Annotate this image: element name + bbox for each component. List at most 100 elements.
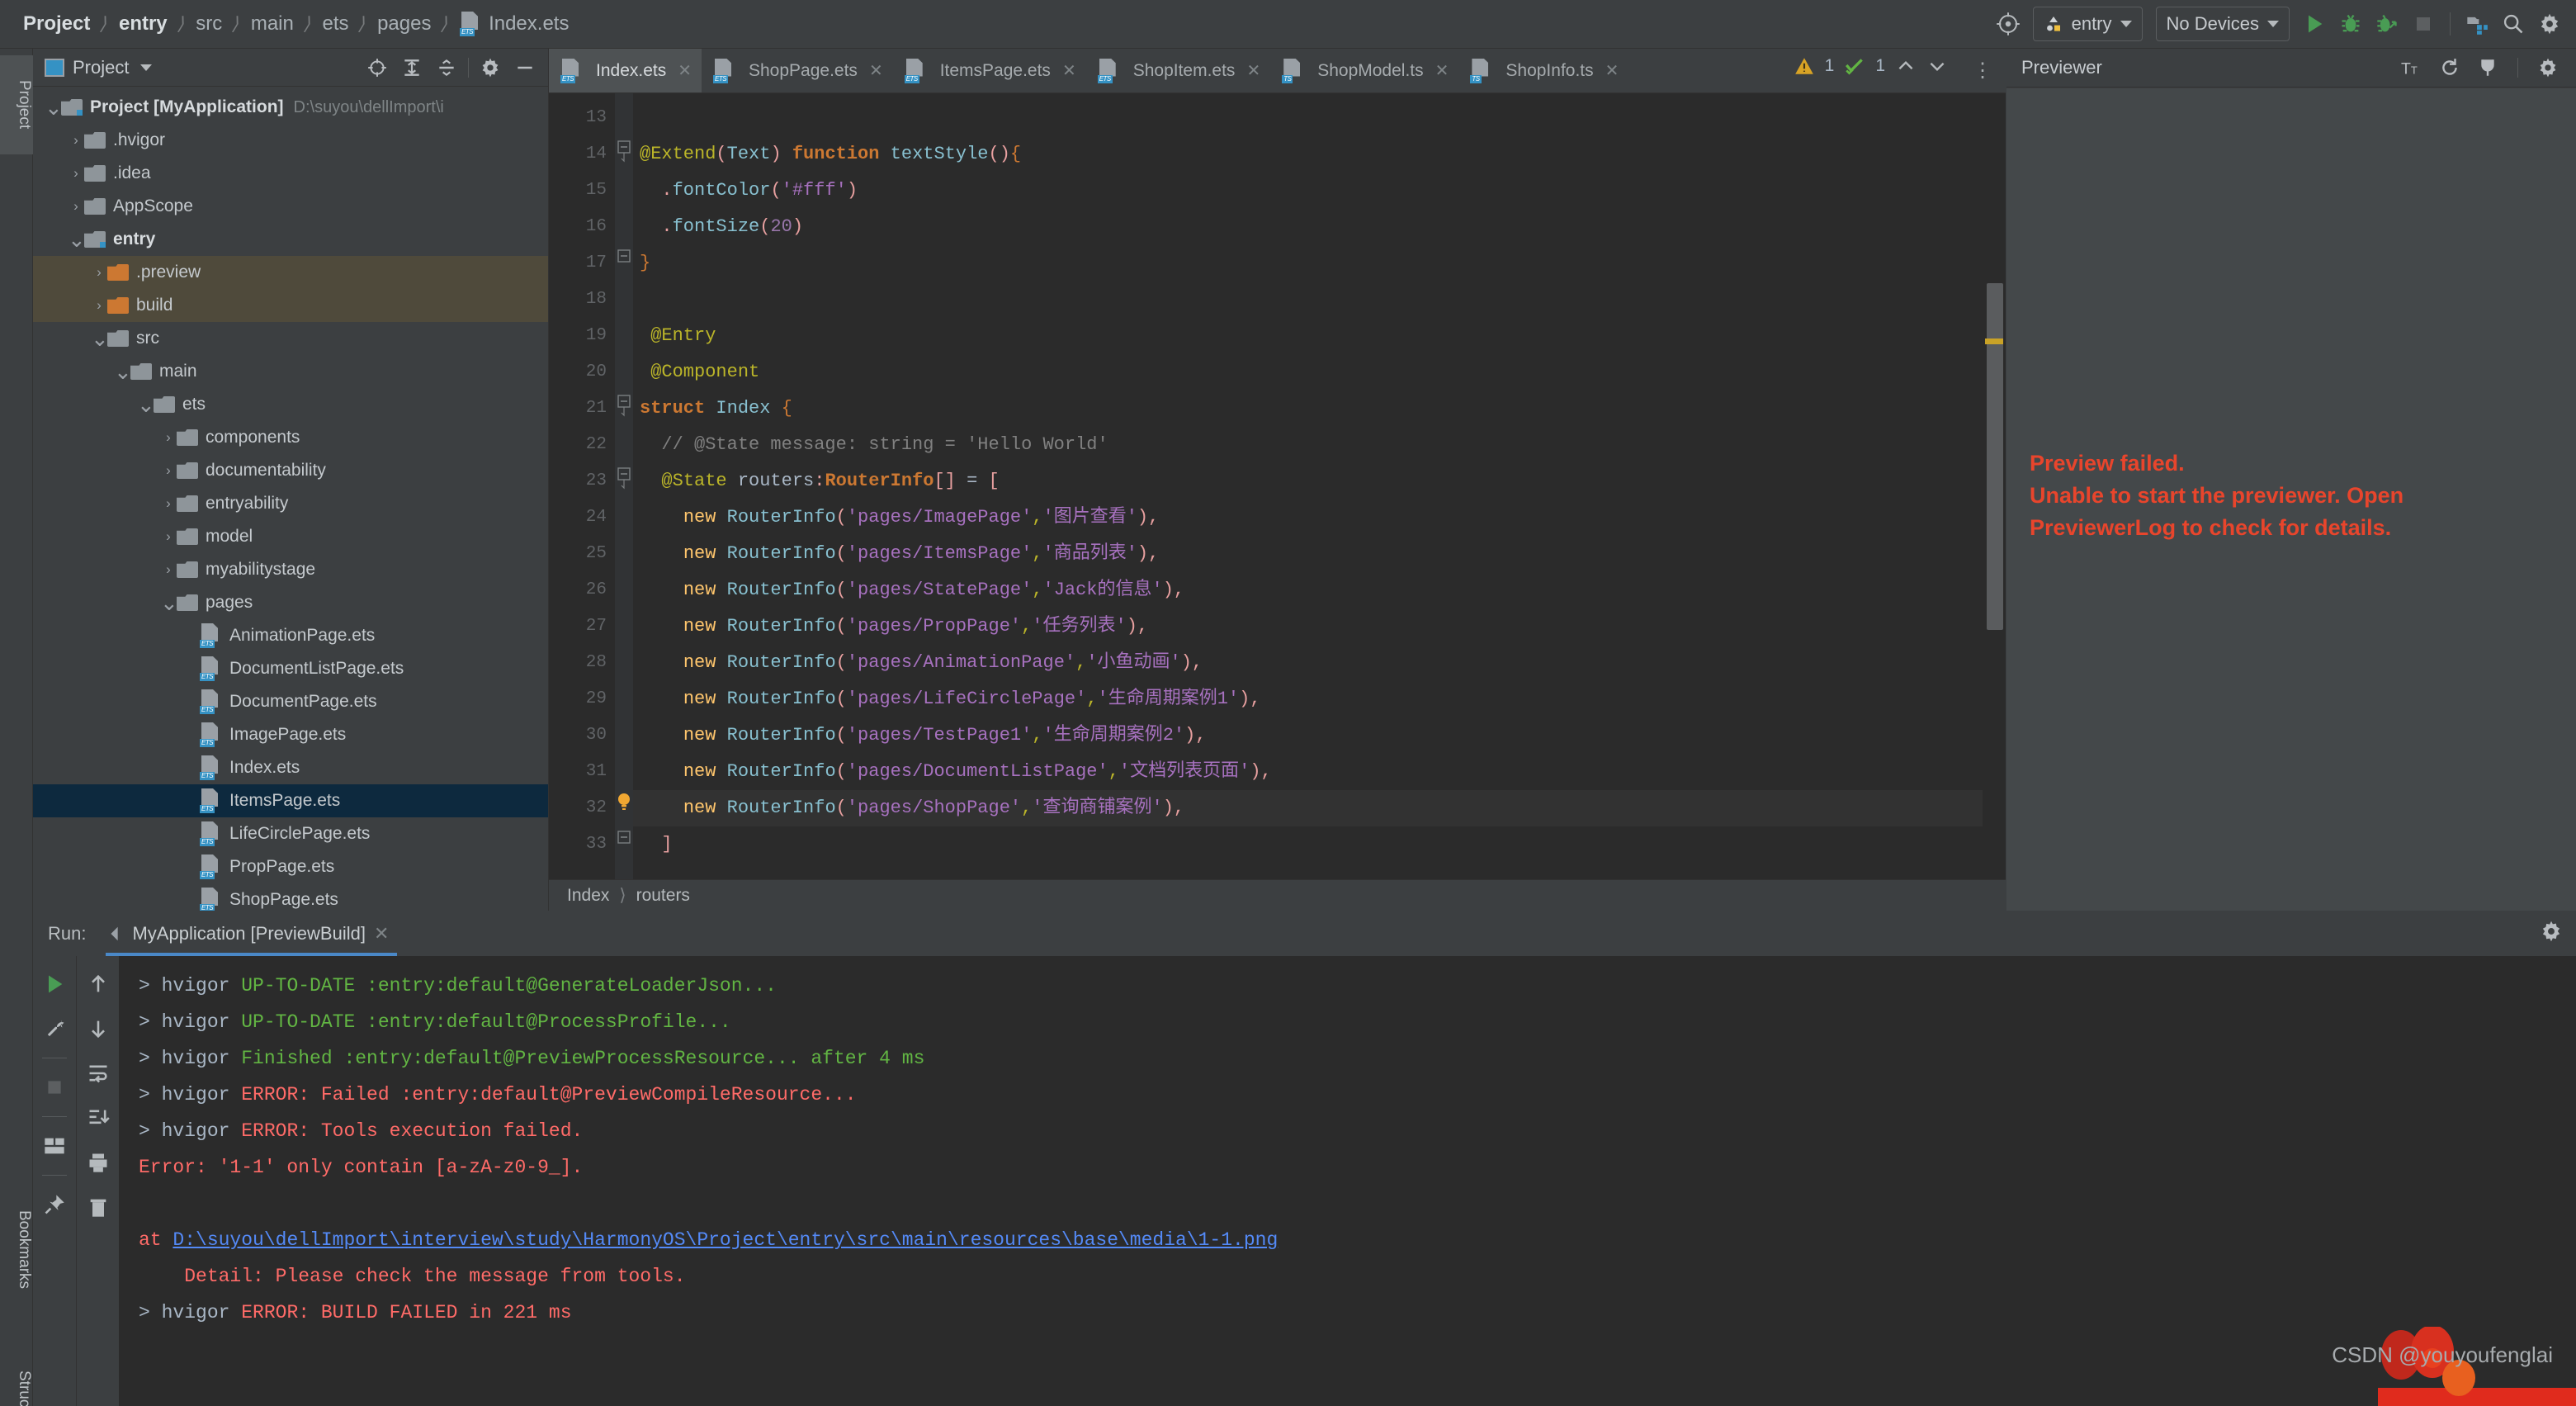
editor-scrollbar[interactable] (1983, 93, 2006, 879)
line-number[interactable]: 26 (549, 572, 615, 608)
chevron-right-icon[interactable]: › (68, 132, 84, 149)
line-number[interactable]: 13 (549, 100, 615, 136)
line-number[interactable]: 31 (549, 754, 615, 790)
stop-icon[interactable] (2405, 6, 2441, 42)
code-breadcrumb-index[interactable]: Index (567, 886, 609, 906)
tree-node-imagepage-ets[interactable]: ETS ImagePage.ets (33, 718, 548, 751)
chevron-up-icon[interactable] (1895, 55, 1917, 77)
line-number[interactable]: 16 (549, 209, 615, 245)
line-number[interactable]: 14 (549, 136, 615, 173)
code-text[interactable]: @Extend(Text) function textStyle(){ .fon… (633, 93, 2006, 879)
chevron-right-icon[interactable]: › (160, 528, 177, 545)
line-number[interactable]: 21 (549, 391, 615, 427)
line-number[interactable]: 25 (549, 536, 615, 572)
line-number[interactable]: 18 (549, 282, 615, 318)
close-icon[interactable]: ✕ (374, 923, 389, 944)
code-line[interactable]: @Extend(Text) function textStyle(){ (633, 136, 2006, 173)
chevron-right-icon[interactable]: › (68, 198, 84, 215)
tree-node-components[interactable]: › components (33, 421, 548, 454)
chevron-right-icon[interactable]: › (160, 495, 177, 512)
code-line[interactable]: new RouterInfo('pages/TestPage1','生命周期案例… (633, 717, 2006, 754)
line-number[interactable]: 15 (549, 173, 615, 209)
fold-toggle-icon[interactable] (615, 457, 633, 493)
code-line[interactable]: .fontSize(20) (633, 209, 2006, 245)
line-number[interactable]: 19 (549, 318, 615, 354)
tool-window-button-structure[interactable]: Structure (0, 1353, 33, 1406)
chevron-down-icon[interactable]: ⌄ (160, 592, 178, 613)
fold-toggle-icon[interactable] (615, 384, 633, 420)
gear-icon[interactable] (2531, 51, 2564, 84)
project-tree[interactable]: ⌄ Project [MyApplication] D:\suyou\dellImp… (33, 88, 548, 911)
settings-icon[interactable] (2531, 6, 2568, 42)
code-line[interactable]: new RouterInfo('pages/ImagePage','图片查看')… (633, 499, 2006, 536)
tree-node-build[interactable]: › build (33, 289, 548, 322)
chevron-right-icon[interactable]: › (91, 264, 107, 281)
code-view[interactable]: 13 14 15 16 17 18 19 20 21 22 23 24 25 26 27 28 29 30 31 32… (549, 93, 2006, 879)
gear-icon[interactable] (474, 51, 507, 84)
code-line[interactable]: new RouterInfo('pages/AnimationPage','小鱼… (633, 645, 2006, 681)
line-number[interactable]: 24 (549, 499, 615, 536)
tree-node-entryability[interactable]: › entryability (33, 487, 548, 520)
line-number[interactable]: 17 (549, 245, 615, 282)
line-number[interactable]: 28 (549, 645, 615, 681)
tree-node-appscope[interactable]: › AppScope (33, 190, 548, 223)
code-line[interactable]: struct Index { (633, 391, 2006, 427)
chevron-right-icon[interactable]: › (160, 561, 177, 578)
code-breadcrumb-routers[interactable]: routers (636, 886, 690, 906)
code-line[interactable]: new RouterInfo('pages/ItemsPage','商品列表')… (633, 536, 2006, 572)
profile-icon[interactable] (2369, 6, 2405, 42)
chevron-right-icon[interactable]: › (91, 297, 107, 314)
tree-node-src[interactable]: ⌄ src (33, 322, 548, 355)
code-line[interactable]: @Component (633, 354, 2006, 391)
tree-node-documentpage-ets[interactable]: ETS DocumentPage.ets (33, 685, 548, 718)
scrollbar-thumb[interactable] (1987, 283, 2003, 630)
run-config-selector[interactable]: entry (2032, 7, 2143, 41)
font-size-icon[interactable]: TT (2395, 51, 2428, 84)
tree-node-documentability[interactable]: › documentability (33, 454, 548, 487)
close-icon[interactable]: ✕ (869, 60, 883, 81)
wrench-icon[interactable] (36, 1009, 73, 1049)
tree-node-project-myapplication-[interactable]: ⌄ Project [MyApplication] D:\suyou\dellImp… (33, 91, 548, 124)
close-icon[interactable]: ✕ (1435, 60, 1449, 81)
rerun-icon[interactable] (36, 964, 73, 1004)
tree-node-ets[interactable]: ⌄ ets (33, 388, 548, 421)
editor-tab-shopmodel-ts[interactable]: TS ShopModel.ts ✕ (1270, 49, 1458, 92)
breadcrumb-item-ets[interactable]: ets (322, 12, 348, 36)
stop-icon[interactable] (36, 1068, 73, 1107)
chevron-right-icon[interactable]: › (160, 462, 177, 479)
locate-icon[interactable] (361, 51, 394, 84)
intention-bulb-icon[interactable] (615, 783, 633, 820)
code-line[interactable]: new RouterInfo('pages/ShopPage','查询商铺案例'… (633, 790, 2006, 826)
layout-icon[interactable] (36, 1126, 73, 1166)
fold-toggle-icon[interactable] (615, 130, 633, 166)
code-line[interactable] (633, 282, 2006, 318)
editor-tabs-overflow-icon[interactable]: ⋮ (1961, 49, 2006, 92)
pin-icon[interactable] (36, 1185, 73, 1224)
tree-node-model[interactable]: › model (33, 520, 548, 553)
tree-node-animationpage-ets[interactable]: ETS AnimationPage.ets (33, 619, 548, 652)
tree-node-itemspage-ets[interactable]: ETS ItemsPage.ets (33, 784, 548, 817)
chevron-down-icon[interactable] (1926, 55, 1948, 77)
tree-node-documentlistpage-ets[interactable]: ETS DocumentListPage.ets (33, 652, 548, 685)
up-icon[interactable] (80, 964, 116, 1004)
breadcrumb-item-file[interactable]: Index.ets (489, 12, 569, 36)
line-number[interactable]: 23 (549, 463, 615, 499)
close-icon[interactable]: ✕ (1062, 60, 1076, 81)
tree-node--idea[interactable]: › .idea (33, 157, 548, 190)
editor-tab-shopinfo-ts[interactable]: TS ShopInfo.ts ✕ (1458, 49, 1628, 92)
run-console-output[interactable]: > hvigor UP-TO-DATE :entry:default@Gener… (119, 956, 2576, 1406)
chevron-down-icon[interactable]: ⌄ (137, 394, 155, 415)
soft-wrap-icon[interactable] (80, 1053, 116, 1093)
fold-toggle-icon[interactable] (615, 820, 633, 856)
code-line[interactable] (633, 100, 2006, 136)
tree-node-shoppage-ets[interactable]: ETS ShopPage.ets (33, 883, 548, 911)
breadcrumb-item-entry[interactable]: entry (119, 12, 168, 36)
chevron-down-icon[interactable]: ⌄ (114, 361, 132, 382)
target-icon[interactable] (1990, 6, 2026, 42)
hide-panel-icon[interactable] (508, 51, 541, 84)
tree-node-lifecirclepage-ets[interactable]: ETS LifeCirclePage.ets (33, 817, 548, 850)
chevron-down-icon[interactable]: ⌄ (91, 328, 109, 349)
console-file-link[interactable]: D:\suyou\dellImport\interview\study\Harm… (173, 1229, 1278, 1251)
line-number-gutter[interactable]: 13 14 15 16 17 18 19 20 21 22 23 24 25 26 27 28 29 30 31 32… (549, 93, 615, 879)
tree-node--preview[interactable]: › .preview (33, 256, 548, 289)
